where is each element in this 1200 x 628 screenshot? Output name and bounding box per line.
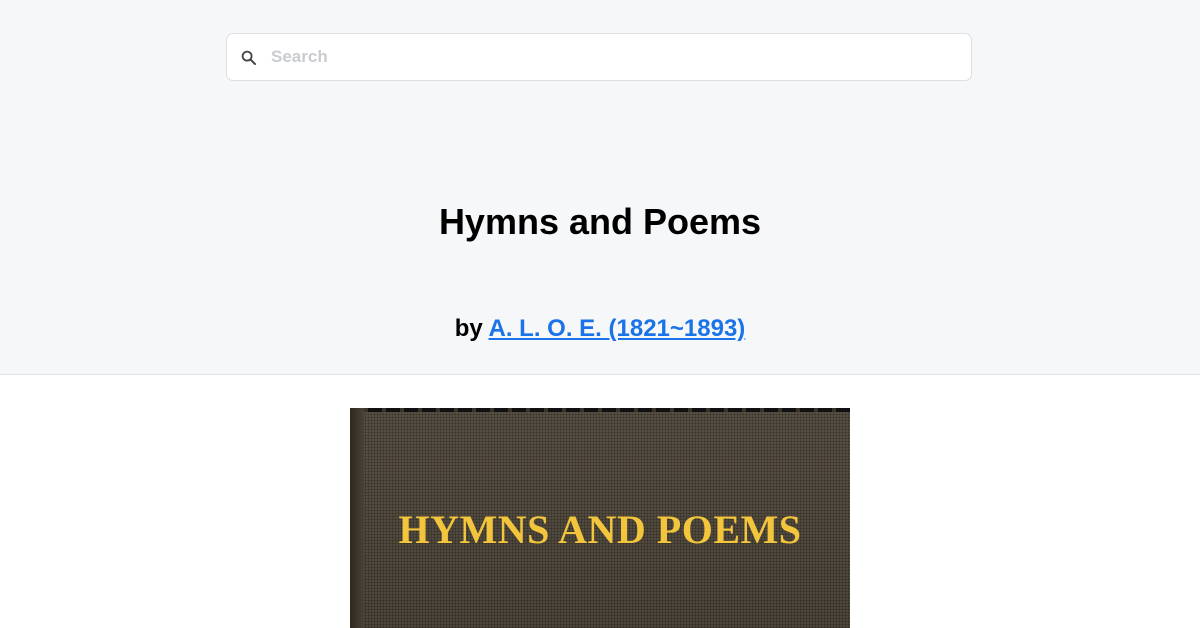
cover-title: HYMNS AND POEMS [398, 507, 802, 552]
byline: by A. L. O. E. (1821~1893) [0, 314, 1200, 344]
cover-top-edge [350, 408, 850, 412]
page-header: Hymns and Poems by A. L. O. E. (1821~189… [0, 0, 1200, 375]
search-input[interactable] [271, 34, 961, 80]
book-cover-image: HYMNS AND POEMS [350, 408, 850, 628]
author-link[interactable]: A. L. O. E. (1821~1893) [489, 315, 746, 342]
byline-prefix: by [454, 315, 489, 342]
search-icon [241, 50, 256, 65]
search-box[interactable] [226, 33, 972, 81]
page-title: Hymns and Poems [438, 201, 762, 242]
